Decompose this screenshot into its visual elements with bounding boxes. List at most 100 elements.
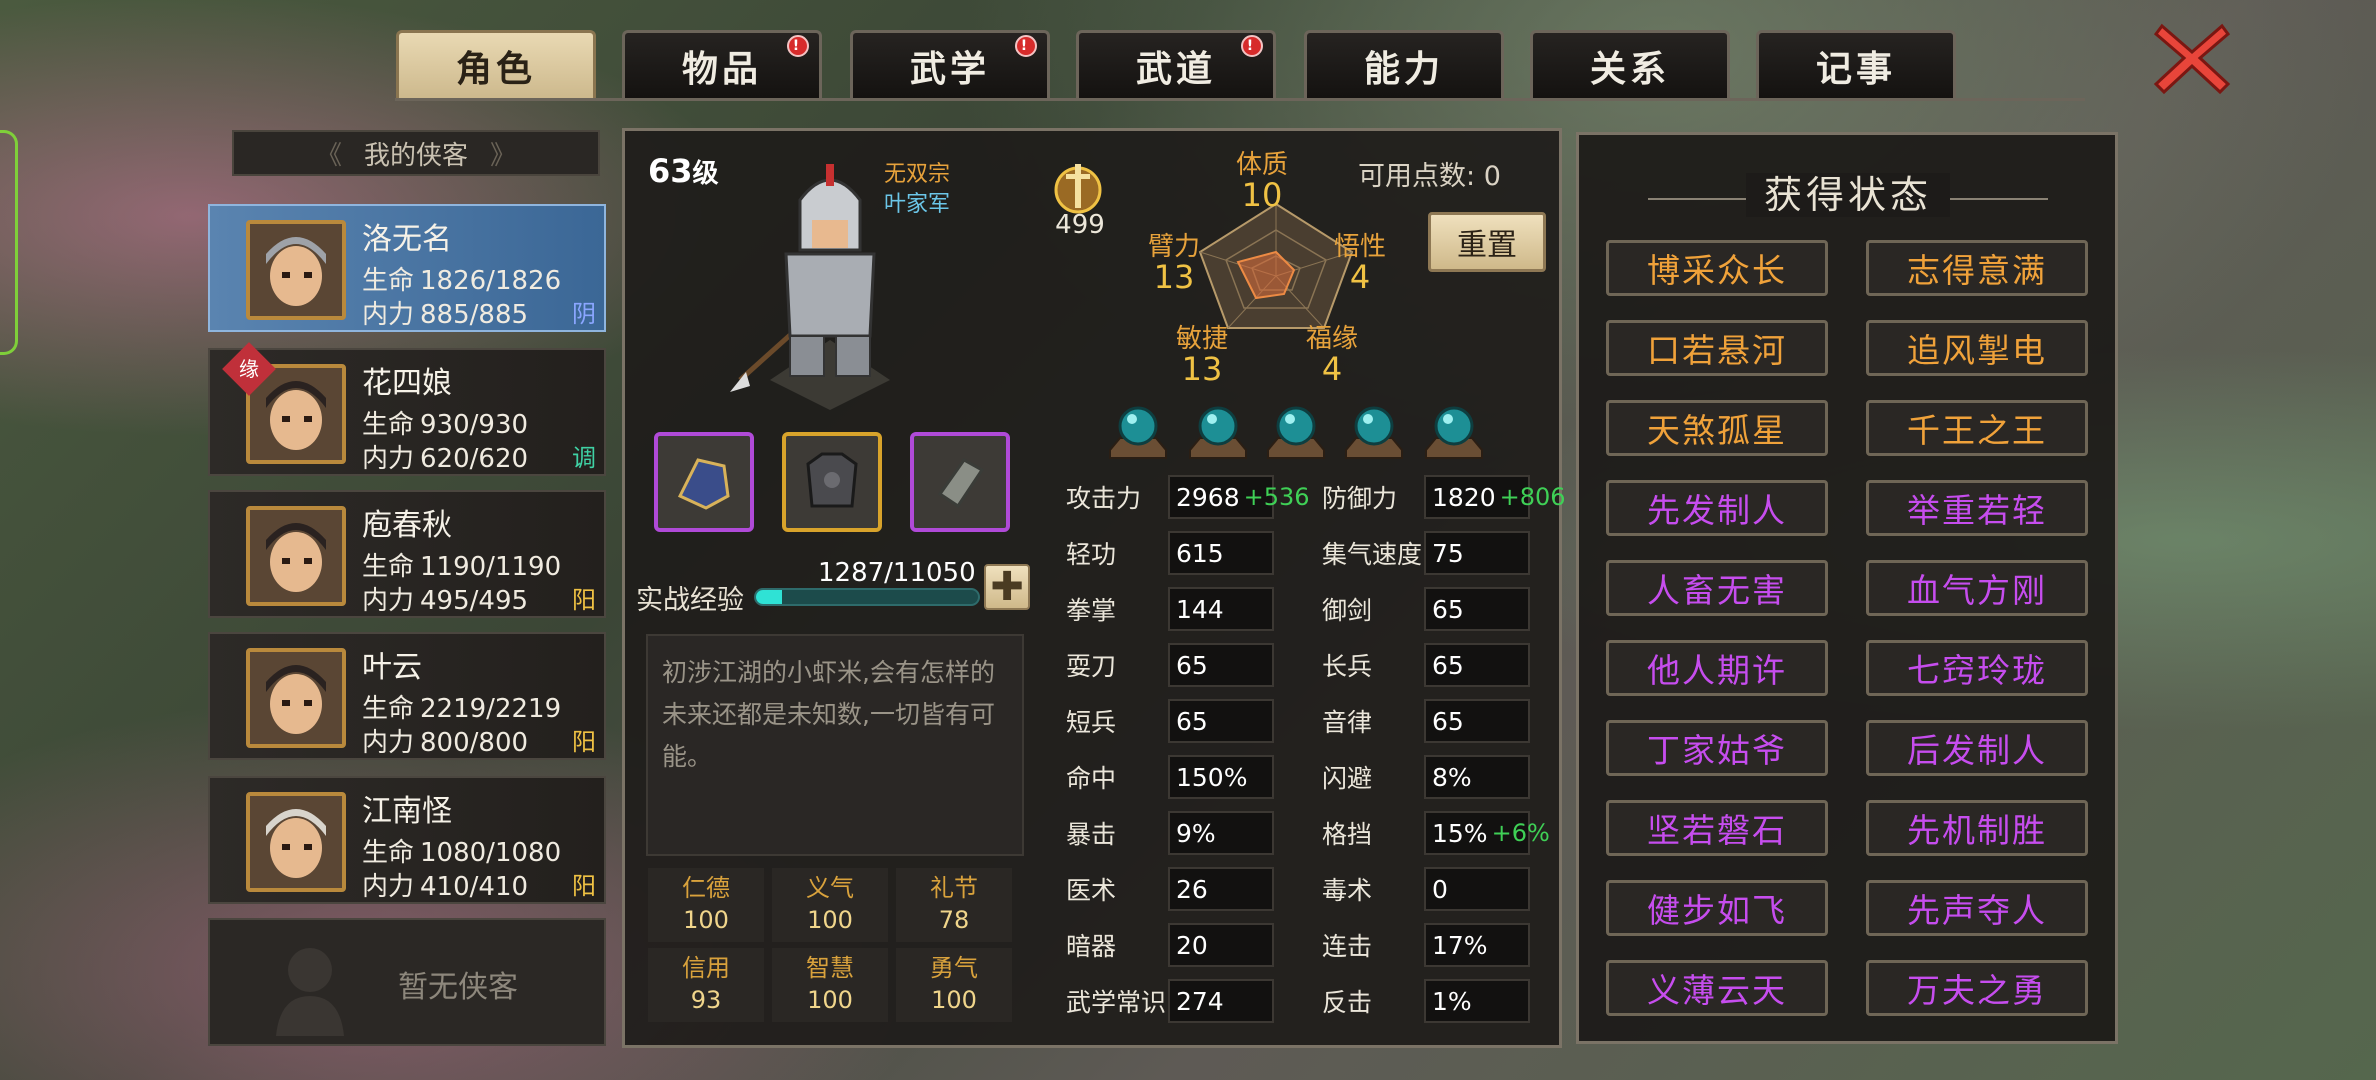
hero-mp: 内力 495/495	[362, 586, 529, 616]
status-tag[interactable]: 千王之王	[1866, 400, 2088, 456]
add-exp-button[interactable]: ✚	[984, 564, 1030, 610]
tab-4[interactable]: 能力	[1304, 30, 1504, 98]
hero-portrait	[246, 506, 346, 606]
reset-button[interactable]: 重置	[1428, 212, 1546, 272]
status-tag[interactable]: 人畜无害	[1606, 560, 1828, 616]
side-drawer-tab[interactable]	[0, 130, 18, 355]
status-tag[interactable]: 天煞孤星	[1606, 400, 1828, 456]
hero-alignment-tag: 阳	[572, 872, 596, 900]
status-tag[interactable]: 口若悬河	[1606, 320, 1828, 376]
status-tag[interactable]: 先机制胜	[1866, 800, 2088, 856]
stat-value: 144	[1168, 587, 1274, 631]
hero-hp: 生命 1080/1080	[362, 838, 562, 868]
tab-2[interactable]: 武学!	[850, 30, 1050, 98]
stat-label: 防御力	[1322, 484, 1398, 513]
hero-list-title: 我的侠客	[232, 130, 600, 176]
close-icon[interactable]	[2152, 18, 2232, 98]
meridian-orb-icon[interactable]	[1264, 400, 1328, 460]
stat-bonus: +806	[1499, 483, 1566, 511]
tab-0[interactable]: 角色	[396, 30, 596, 98]
status-tag[interactable]: 七窍玲珑	[1866, 640, 2088, 696]
character-description: 初涉江湖的小虾米,会有怎样的未来还都是未知数,一切皆有可能。	[646, 634, 1024, 856]
hero-hp: 生命 2219/2219	[362, 694, 562, 724]
tab-5[interactable]: 关系	[1530, 30, 1730, 98]
tab-label: 物品	[681, 48, 762, 90]
armor-icon	[806, 452, 858, 508]
attr-fuyuan: 福缘 4	[1306, 324, 1359, 388]
stat-value: 20	[1168, 923, 1274, 967]
stat-value: 75	[1424, 531, 1530, 575]
stat-row: 防御力 1820 +806	[1316, 474, 1566, 520]
stat-label: 集气速度	[1322, 540, 1423, 569]
equip-slot-gloves[interactable]	[654, 432, 754, 532]
stat-label: 拳掌	[1066, 596, 1117, 625]
hero-mp: 内力 620/620	[362, 444, 529, 474]
meridian-orb-icon[interactable]	[1186, 400, 1250, 460]
accessory-icon	[937, 458, 985, 509]
tab-6[interactable]: 记事	[1756, 30, 1956, 98]
hero-card[interactable]: 花四娘 生命 930/930 内力 620/620 调 缘	[208, 342, 606, 476]
tab-underline	[395, 98, 2085, 101]
sect-secondary: 叶家军	[884, 192, 951, 217]
status-tag[interactable]: 丁家姑爷	[1606, 720, 1828, 776]
hero-card[interactable]: 庖春秋 生命 1190/1190 内力 495/495 阳	[208, 490, 606, 618]
virtue-value: 93	[690, 986, 722, 1014]
exp-label: 实战经验	[636, 585, 744, 616]
hero-name: 叶云	[362, 650, 422, 685]
status-tag[interactable]: 先声夺人	[1866, 880, 2088, 936]
hero-face-icon	[250, 796, 342, 888]
status-tag[interactable]: 追风掣电	[1866, 320, 2088, 376]
status-tag[interactable]: 先发制人	[1606, 480, 1828, 536]
stat-label: 暴击	[1066, 820, 1117, 849]
hero-mp: 内力 410/410	[362, 872, 529, 902]
stat-row: 短兵 65	[1060, 698, 1274, 744]
stat-label: 音律	[1322, 708, 1373, 737]
meridian-orb-icon[interactable]	[1342, 400, 1406, 460]
hero-hp: 生命 1826/1826	[362, 266, 562, 296]
stat-value: 2968 +536	[1168, 475, 1310, 519]
stat-row: 音律 65	[1316, 698, 1530, 744]
hero-name: 洛无名	[362, 222, 452, 257]
virtue-value: 78	[938, 906, 970, 934]
stat-label: 命中	[1066, 764, 1117, 793]
hero-name: 庖春秋	[362, 508, 452, 543]
hero-alignment-tag: 阳	[572, 586, 596, 614]
tab-label: 武学	[909, 48, 990, 90]
hero-alignment-tag: 阳	[572, 728, 596, 756]
stat-value: 26	[1168, 867, 1274, 911]
status-tag[interactable]: 健步如飞	[1606, 880, 1828, 936]
hero-mp: 内力 885/885	[362, 300, 529, 330]
equip-slot-accessory[interactable]	[910, 432, 1010, 532]
hero-portrait	[246, 648, 346, 748]
hero-card[interactable]: 江南怪 生命 1080/1080 内力 410/410 阳	[208, 776, 606, 904]
attr-minjie: 敏捷 13	[1176, 324, 1229, 388]
stat-label: 暗器	[1066, 932, 1117, 961]
status-tag[interactable]: 万夫之勇	[1866, 960, 2088, 1016]
status-tag[interactable]: 血气方刚	[1866, 560, 2088, 616]
meridian-orb-icon[interactable]	[1422, 400, 1486, 460]
tab-label: 武道	[1135, 48, 1216, 90]
hero-portrait	[246, 220, 346, 320]
hero-card[interactable]: 叶云 生命 2219/2219 内力 800/800 阳	[208, 632, 606, 760]
meridian-orb-icon[interactable]	[1106, 400, 1170, 460]
status-tag[interactable]: 他人期许	[1606, 640, 1828, 696]
combat-power-value: 499	[1055, 210, 1105, 240]
tab-3[interactable]: 武道!	[1076, 30, 1276, 98]
tab-label: 关系	[1589, 48, 1670, 90]
status-tag[interactable]: 义薄云天	[1606, 960, 1828, 1016]
status-tag[interactable]: 后发制人	[1866, 720, 2088, 776]
stat-row: 命中 150%	[1060, 754, 1274, 800]
stat-value: 65	[1424, 643, 1530, 687]
tab-1[interactable]: 物品!	[622, 30, 822, 98]
status-tag[interactable]: 举重若轻	[1866, 480, 2088, 536]
status-tag[interactable]: 坚若磐石	[1606, 800, 1828, 856]
virtue-value: 100	[807, 906, 853, 934]
equip-slot-armor[interactable]	[782, 432, 882, 532]
stat-label: 医术	[1066, 876, 1117, 905]
status-tag[interactable]: 博采众长	[1606, 240, 1828, 296]
hero-card[interactable]: 洛无名 生命 1826/1826 内力 885/885 阴	[208, 204, 606, 332]
stat-value: 15% +6%	[1424, 811, 1550, 855]
status-tag[interactable]: 志得意满	[1866, 240, 2088, 296]
stat-label: 轻功	[1066, 540, 1117, 569]
empty-hero-label: 暂无侠客	[398, 970, 518, 1005]
